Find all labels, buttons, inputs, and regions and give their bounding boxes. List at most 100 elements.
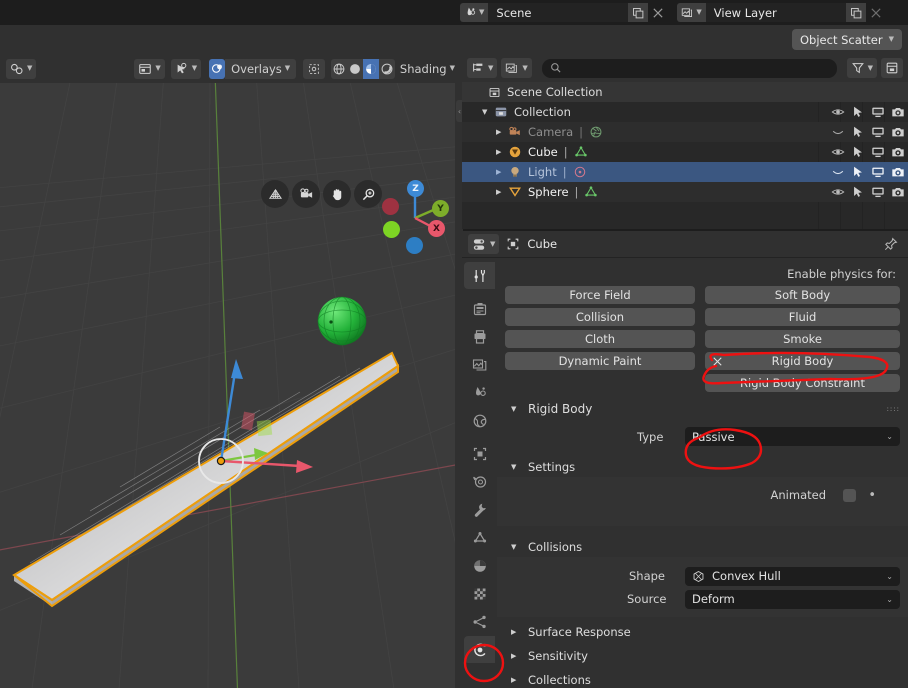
tab-material[interactable] — [464, 552, 495, 579]
collision-source-dropdown[interactable]: Deform ⌄ — [685, 589, 900, 609]
tab-particles[interactable] — [464, 496, 495, 523]
gizmo-axis-x[interactable]: X — [428, 220, 445, 237]
disable-in-render-icon[interactable] — [888, 142, 908, 162]
disable-in-render-icon[interactable] — [888, 122, 908, 142]
cloth-button[interactable]: Cloth — [505, 330, 695, 348]
tab-object[interactable] — [464, 440, 495, 467]
gizmo-axis-y[interactable]: Y — [432, 200, 449, 217]
expand-twisty[interactable]: ▶ — [496, 148, 506, 156]
panel-header-surface-response[interactable]: ▶ Surface Response — [497, 621, 908, 642]
grid-icon[interactable] — [261, 180, 289, 208]
disable-in-render-icon[interactable] — [888, 162, 908, 182]
tab-texture[interactable] — [464, 580, 495, 607]
view-layer-name-field[interactable]: View Layer — [705, 3, 846, 22]
disable-in-viewport-icon[interactable] — [868, 182, 888, 202]
scene-selector[interactable]: ▼ Scene — [460, 3, 668, 22]
pin-icon[interactable] — [884, 237, 898, 251]
outliner-row-sphere[interactable]: ▶ Sphere | — [462, 182, 908, 202]
outliner-row-light[interactable]: ▶ Light | — [462, 162, 908, 182]
expand-twisty[interactable]: ▶ — [496, 188, 506, 196]
selectable-icon[interactable] — [848, 102, 868, 122]
outliner-row-scene-collection[interactable]: Scene Collection — [462, 82, 908, 102]
tab-world[interactable] — [464, 407, 495, 434]
panel-header-collisions[interactable]: ▼ Collisions — [497, 536, 908, 557]
rigid-body-type-dropdown[interactable]: Passive ⌄ — [685, 427, 900, 446]
hide-in-viewport-icon[interactable] — [828, 102, 848, 122]
collision-button[interactable]: Collision — [505, 308, 695, 326]
search-input[interactable] — [541, 58, 837, 78]
editor-type-icon[interactable]: ▼ — [6, 58, 37, 79]
gizmo-axis-neg-z[interactable] — [406, 237, 423, 254]
panel-header-settings[interactable]: ▼ Settings — [497, 456, 908, 477]
tab-constraints[interactable] — [464, 608, 495, 635]
outliner-display-mode-icon[interactable]: ▼ — [467, 58, 498, 78]
overlays-dropdown[interactable]: Overlays ▼ — [225, 58, 297, 79]
tab-output[interactable] — [464, 323, 495, 350]
rigid-body-constraint-button[interactable]: Rigid Body Constraint — [705, 374, 900, 392]
shading-solid-icon[interactable] — [347, 59, 363, 79]
expand-twisty[interactable]: ▶ — [511, 652, 521, 660]
shading-mode-group[interactable] — [331, 58, 395, 79]
tab-render[interactable] — [464, 295, 495, 322]
disable-in-viewport-icon[interactable] — [868, 102, 888, 122]
outliner-row-cube[interactable]: ▶ Cube | — [462, 142, 908, 162]
duplicate-icon[interactable] — [845, 3, 866, 22]
selectable-icon[interactable] — [848, 122, 868, 142]
panel-header-collections[interactable]: ▶ Collections — [497, 669, 908, 688]
properties-editor-icon[interactable]: ▼ — [468, 234, 500, 254]
dynamic-paint-button[interactable]: Dynamic Paint — [505, 352, 695, 370]
new-collection-icon[interactable] — [881, 58, 903, 78]
hide-in-viewport-icon[interactable] — [828, 162, 848, 182]
workspace-selector[interactable]: Object Scatter ▼ — [792, 29, 902, 50]
expand-twisty[interactable]: ▶ — [511, 628, 521, 636]
camera-icon[interactable] — [292, 180, 320, 208]
selectable-icon[interactable] — [848, 182, 868, 202]
shading-rendered-icon[interactable] — [379, 59, 395, 79]
drag-grip-icon[interactable]: :::: — [887, 405, 900, 413]
disable-in-render-icon[interactable] — [888, 102, 908, 122]
overlays-icon[interactable] — [209, 58, 226, 79]
tab-object-data[interactable] — [464, 524, 495, 551]
shading-dropdown[interactable]: Shading ▼ — [395, 59, 460, 79]
shading-wireframe-icon[interactable] — [331, 59, 347, 79]
close-icon[interactable] — [648, 3, 668, 22]
view-select-icon[interactable]: ▼ — [170, 58, 202, 79]
id-type-filter-icon[interactable]: ▼ — [501, 58, 532, 78]
remove-rigid-body-icon[interactable] — [713, 356, 722, 366]
collision-shape-dropdown[interactable]: Convex Hull ⌄ — [685, 566, 900, 586]
hide-in-viewport-icon[interactable] — [828, 122, 848, 142]
tab-physics[interactable] — [464, 636, 495, 663]
expand-twisty[interactable]: ▼ — [511, 463, 521, 471]
panel-header-sensitivity[interactable]: ▶ Sensitivity — [497, 645, 908, 666]
fluid-button[interactable]: Fluid — [705, 308, 900, 326]
selectable-icon[interactable] — [848, 162, 868, 182]
disable-in-viewport-icon[interactable] — [868, 162, 888, 182]
disable-in-viewport-icon[interactable] — [868, 142, 888, 162]
tab-scene[interactable] — [464, 379, 495, 406]
hide-in-viewport-icon[interactable] — [828, 142, 848, 162]
expand-twisty[interactable]: ▼ — [482, 108, 492, 116]
scene-icon[interactable]: ▼ — [460, 3, 489, 22]
soft-body-button[interactable]: Soft Body — [705, 286, 900, 304]
force-field-button[interactable]: Force Field — [505, 286, 695, 304]
gizmo-axis-z[interactable]: Z — [407, 180, 424, 197]
shading-material-preview-icon[interactable] — [363, 58, 379, 79]
expand-twisty[interactable]: ▼ — [511, 543, 521, 551]
disable-in-viewport-icon[interactable] — [868, 122, 888, 142]
expand-twisty[interactable]: ▶ — [496, 128, 506, 136]
hide-in-viewport-icon[interactable] — [828, 182, 848, 202]
close-icon[interactable] — [866, 3, 886, 22]
scene-name-field[interactable]: Scene — [488, 3, 629, 22]
view-orientation-gizmo[interactable]: Z Y X — [376, 175, 456, 255]
outliner-row-collection[interactable]: ▼ Collection — [462, 102, 908, 122]
gizmo-icon[interactable] — [303, 58, 326, 79]
tab-view-layer[interactable] — [464, 351, 495, 378]
disable-in-render-icon[interactable] — [888, 182, 908, 202]
view-layer-icon[interactable]: ▼ — [677, 3, 706, 22]
panel-header-rigid-body[interactable]: ▼ Rigid Body :::: — [497, 398, 908, 419]
overlays-toggle-group[interactable] — [209, 58, 226, 79]
expand-twisty[interactable]: ▼ — [511, 405, 521, 413]
viewport-canvas[interactable]: Z Y X — [0, 83, 460, 688]
view-layer-selector[interactable]: ▼ View Layer — [677, 3, 885, 22]
expand-twisty[interactable]: ▶ — [496, 168, 506, 176]
